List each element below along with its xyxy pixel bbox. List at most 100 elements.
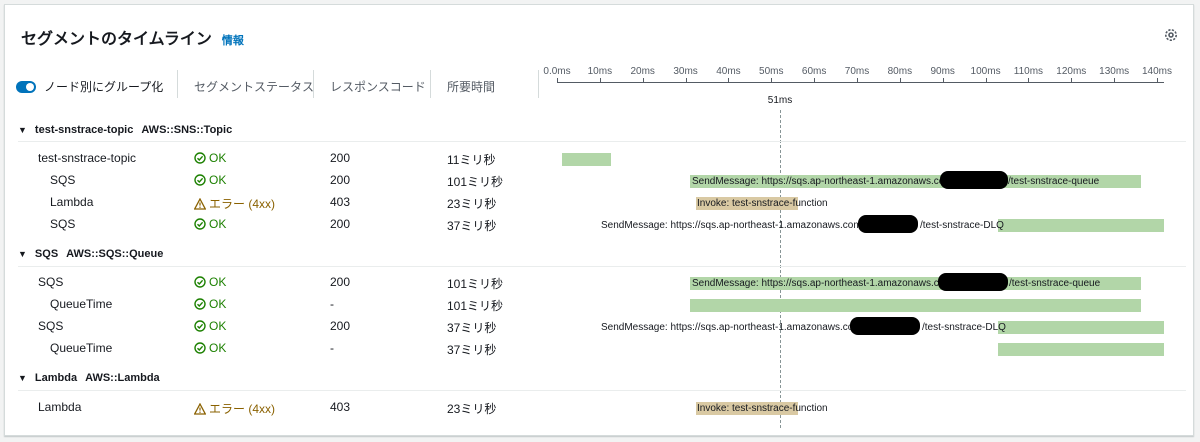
response-code: 403 (330, 400, 351, 414)
status-text: OK (209, 151, 227, 165)
response-code: 200 (330, 173, 351, 187)
timeline-bar[interactable] (998, 343, 1164, 356)
axis-tick (642, 78, 644, 83)
status-text: OK (209, 297, 227, 311)
caret-down-icon[interactable]: ▼ (18, 249, 27, 259)
status-text: OK (209, 319, 227, 333)
duration: 23ミリ秒 (447, 197, 497, 211)
axis-tick (557, 78, 558, 83)
axis-tick-label: 10ms (587, 66, 613, 77)
status-ok-icon (194, 152, 206, 164)
segment-name: QueueTime (50, 341, 113, 355)
status-text: OK (209, 173, 227, 187)
bar-label-tail: /test-snstrace-DLQ (922, 322, 1006, 333)
redaction-mark (858, 215, 918, 233)
status-text: エラー (4xx) (209, 197, 276, 211)
bar-label: SendMessage: https://sqs.ap-northeast-1.… (692, 176, 956, 187)
duration: 101ミリ秒 (447, 299, 504, 313)
bar-label-tail: /test-snstrace-DLQ (920, 220, 1004, 231)
axis-tick-label: 30ms (673, 66, 698, 77)
warning-icon (194, 197, 206, 210)
group-type: AWS::SQS::Queue (66, 248, 164, 260)
duration: 101ミリ秒 (447, 277, 504, 291)
status-badge: OK (194, 341, 226, 355)
duration: 37ミリ秒 (447, 219, 497, 233)
group-header-sqs[interactable]: ▼ SQS AWS::SQS::Queue (18, 248, 163, 260)
axis-tick-label: 120ms (1056, 66, 1087, 77)
warning-icon (194, 402, 206, 415)
segment-name: QueueTime (50, 297, 113, 311)
axis-tick-label: 100ms (970, 66, 1001, 77)
toggle-label: ノード別にグループ化 (44, 80, 164, 94)
axis-tick-label: 50ms (759, 66, 784, 77)
cursor-time-line (780, 110, 781, 428)
duration: 11ミリ秒 (447, 153, 496, 167)
axis-tick-label: 20ms (630, 66, 655, 77)
status-text: OK (209, 275, 227, 289)
segment-name: Lambda (38, 400, 82, 414)
response-code: 200 (330, 151, 351, 165)
info-link[interactable]: 情報 (222, 32, 244, 48)
group-by-node-toggle[interactable]: ノード別にグループ化 (16, 78, 163, 95)
column-header-status: セグメントステータス (194, 80, 315, 94)
axis-tick (728, 78, 730, 83)
bar-label: Invoke: test-snstrace-function (697, 198, 828, 209)
group-name: SQS (34, 248, 59, 260)
axis-tick (1114, 78, 1116, 83)
column-separator (430, 70, 431, 98)
caret-down-icon[interactable]: ▼ (18, 125, 27, 135)
axis-tick (814, 78, 816, 83)
caret-down-icon[interactable]: ▼ (18, 373, 27, 383)
duration: 101ミリ秒 (447, 175, 504, 189)
axis-tick (1028, 78, 1030, 83)
group-header-lambda[interactable]: ▼ Lambda AWS::Lambda (18, 372, 160, 384)
axis-tick (599, 78, 601, 83)
timeline-bar[interactable] (998, 321, 1164, 334)
segment-name: SQS (38, 275, 64, 289)
bar-label: SendMessage: https://sqs.ap-northeast-1.… (601, 220, 865, 231)
divider (18, 141, 1186, 142)
column-header-duration: 所要時間 (447, 80, 496, 94)
gear-icon[interactable] (1163, 27, 1179, 43)
group-header-sns[interactable]: ▼ test-snstrace-topic AWS::SNS::Topic (18, 124, 232, 136)
status-badge: OK (194, 297, 226, 311)
status-text: OK (209, 217, 227, 231)
axis-tick (985, 78, 987, 83)
bar-label-tail: /test-snstrace-queue (1008, 176, 1100, 187)
axis-tick-label: 130ms (1099, 66, 1130, 77)
redaction-mark (850, 317, 920, 335)
axis-tick (771, 78, 773, 83)
status-ok-icon (194, 320, 206, 332)
axis-tick-label: 110ms (1013, 66, 1044, 77)
redaction-mark (940, 171, 1008, 189)
response-code: 200 (330, 319, 351, 333)
column-header-response: レスポンスコード (330, 80, 426, 94)
status-text: エラー (4xx) (209, 402, 276, 416)
status-ok-icon (194, 218, 206, 230)
panel-header: セグメントのタイムライン 情報 (21, 25, 244, 49)
timeline-bar[interactable] (998, 219, 1164, 232)
group-type: AWS::SNS::Topic (141, 124, 233, 136)
timeline-bar[interactable] (690, 299, 1141, 312)
divider (18, 390, 1186, 391)
status-ok-icon (194, 298, 206, 310)
timeline-axis: 0.0ms 10ms 20ms 30ms 40ms 50ms 60ms 70ms 80ms 90m… (543, 66, 1172, 90)
axis-tick (685, 78, 687, 83)
axis-tick-label: 0.0ms (543, 66, 571, 77)
status-text: OK (209, 341, 227, 355)
duration: 23ミリ秒 (447, 402, 497, 416)
status-badge: エラー (4xx) (194, 400, 275, 417)
status-badge: OK (194, 173, 226, 187)
axis-line (557, 82, 1164, 83)
axis-tick-label: 80ms (887, 66, 913, 77)
status-badge: OK (194, 319, 226, 333)
axis-tick (942, 78, 944, 83)
segment-name: SQS (38, 319, 64, 333)
timeline-bar[interactable] (562, 153, 611, 166)
axis-tick (1071, 78, 1073, 83)
bar-label: Invoke: test-snstrace-function (697, 403, 828, 414)
response-code: 200 (330, 275, 351, 289)
axis-tick (857, 78, 858, 83)
toggle-switch[interactable] (16, 80, 36, 93)
segment-name: Lambda (50, 195, 94, 209)
